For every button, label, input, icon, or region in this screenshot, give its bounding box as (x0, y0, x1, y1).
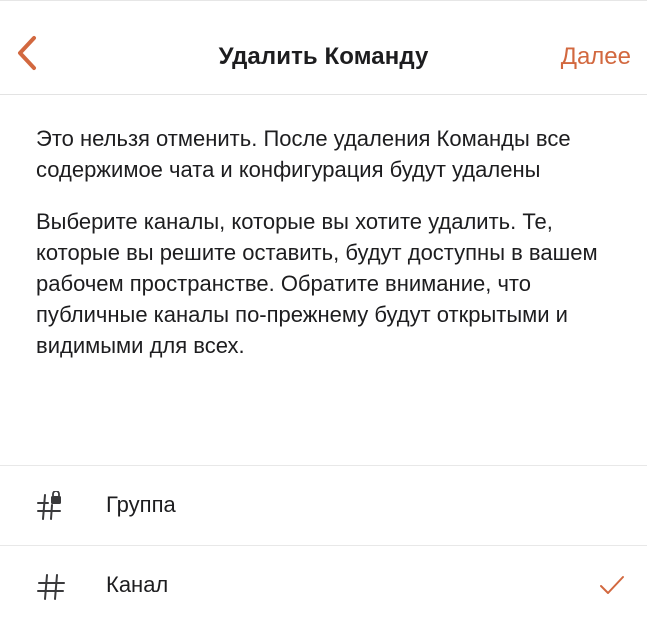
channel-row-channel[interactable]: Канал (0, 546, 647, 626)
instructions-text: Выберите каналы, которые вы хотите удали… (36, 209, 598, 358)
navigation-bar: Удалить Команду Далее (0, 1, 647, 95)
warning-text: Это нельзя отменить. После удаления Кома… (36, 126, 571, 182)
channel-label: Группа (106, 492, 176, 517)
checkmark-icon (599, 574, 625, 596)
channel-label: Канал (106, 572, 169, 597)
channel-list: Группа Канал (0, 466, 647, 626)
next-button[interactable]: Далее (561, 43, 631, 71)
hash-icon (36, 571, 68, 603)
private-channel-icon (36, 491, 68, 523)
delete-team-screen: Удалить Команду Далее Это нельзя отменит… (0, 0, 647, 637)
channel-row-group[interactable]: Группа (0, 466, 647, 546)
description-section: Это нельзя отменить. После удаления Кома… (0, 95, 647, 466)
page-title: Удалить Команду (218, 43, 429, 70)
